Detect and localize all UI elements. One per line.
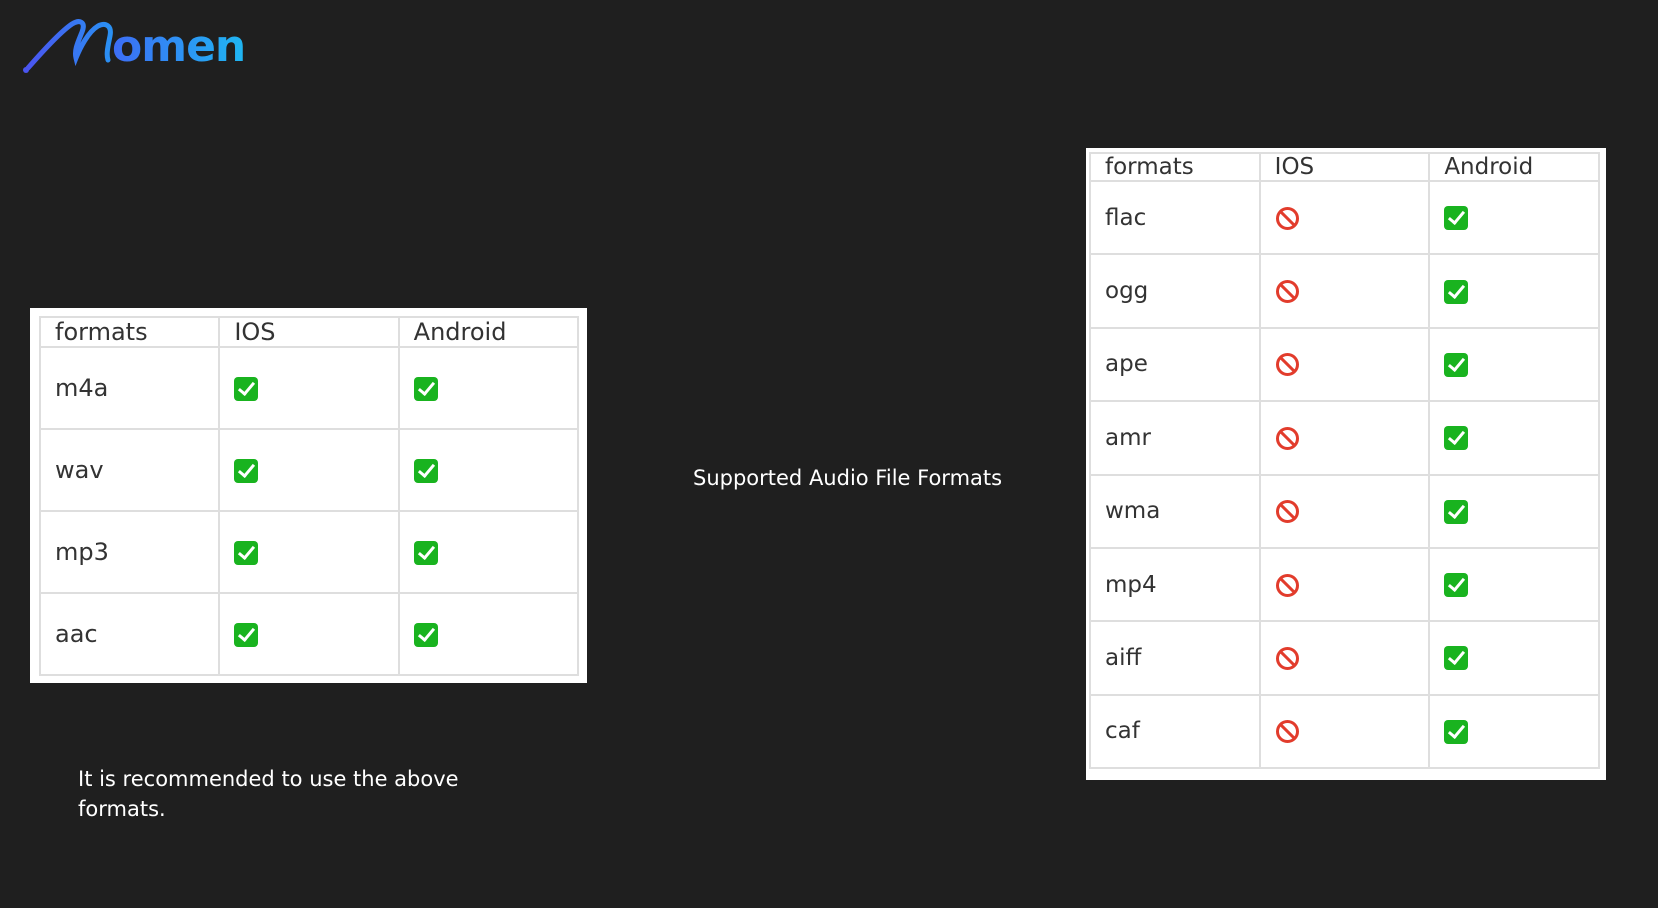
unsupported-prohibited-icon [1275,426,1299,450]
unsupported-prohibited-icon [1275,206,1299,230]
android-status-cell [1428,400,1600,476]
ios-status-cell [1258,253,1431,329]
supported-check-icon [1444,646,1469,671]
format-cell: caf [1089,693,1261,770]
format-cell: mp4 [1089,546,1261,623]
logo-swirl-icon [23,19,113,73]
supported-check-icon [1444,279,1469,304]
ios-status-cell [218,346,400,430]
ios-status-cell [1258,400,1431,476]
unsupported-prohibited-icon [1275,353,1299,377]
header-android: Android [1428,152,1600,182]
table-row: aac [38,592,580,676]
format-cell: aac [38,592,221,676]
supported-check-icon [234,623,259,647]
header-android: Android [397,316,580,348]
supported-check-icon [413,623,438,647]
supported-check-icon [1444,352,1469,377]
android-status-cell [1428,473,1600,549]
table-row: ogg [1089,253,1600,329]
android-status-cell [1428,253,1600,329]
slide: omen formats IOS Android m4a wav mp3 aac Su… [0,0,1658,908]
format-cell: ogg [1089,253,1261,329]
table-row: mp4 [1089,546,1600,623]
android-status-cell [397,346,580,430]
table-row: flac [1089,179,1600,256]
header-ios: IOS [218,316,400,348]
table-row: ape [1089,326,1600,403]
header-formats: formats [1089,152,1261,182]
table-row: mp3 [38,510,580,594]
ios-status-cell [1258,546,1431,623]
supported-check-icon [1444,499,1469,524]
supported-check-icon [1444,573,1469,598]
unsupported-prohibited-icon [1275,720,1299,744]
android-status-cell [397,510,580,594]
table-header-row: formats IOS Android [38,316,580,348]
android-status-cell [1428,546,1600,623]
android-status-cell [397,428,580,512]
table-row: wma [1089,473,1600,549]
slide-caption: Supported Audio File Formats [693,466,1003,490]
table-row: aiff [1089,620,1600,696]
format-cell: wma [1089,473,1261,549]
header-formats: formats [38,316,221,348]
ios-status-cell [1258,179,1431,256]
supported-check-icon [413,541,438,565]
ios-status-cell [1258,473,1431,549]
supported-check-icon [234,459,259,483]
unsupported-prohibited-icon [1275,280,1299,304]
unsupported-prohibited-icon [1275,573,1299,597]
format-cell: flac [1089,179,1261,256]
format-cell: ape [1089,326,1261,403]
android-status-cell [1428,326,1600,403]
brand-logo: omen [22,18,292,76]
ios-status-cell [1258,620,1431,696]
android-status-cell [1428,620,1600,696]
format-cell: mp3 [38,510,221,594]
table-row: wav [38,428,580,512]
table-header-row: formats IOS Android [1089,152,1600,182]
android-status-cell [1428,693,1600,770]
unsupported-prohibited-icon [1275,646,1299,670]
ios-status-cell [218,428,400,512]
recommendation-note: It is recommended to use the above forma… [78,767,459,821]
recommended-formats-table: formats IOS Android m4a wav mp3 aac [30,308,587,683]
format-cell: wav [38,428,221,512]
supported-check-icon [413,377,438,401]
ios-status-cell [1258,326,1431,403]
supported-check-icon [413,459,438,483]
format-cell: m4a [38,346,221,430]
supported-check-icon [1444,719,1469,744]
table-row: caf [1089,693,1600,770]
supported-check-icon [234,541,259,565]
supported-check-icon [1444,426,1469,451]
ios-status-cell [218,592,400,676]
table-row: m4a [38,346,580,430]
android-only-formats-table: formats IOS Android flac ogg ape amr wma mp4 a… [1086,148,1606,780]
format-cell: amr [1089,400,1261,476]
ios-status-cell [1258,693,1431,770]
logo-wordmark: omen [112,21,246,72]
android-status-cell [397,592,580,676]
header-ios: IOS [1258,152,1431,182]
format-cell: aiff [1089,620,1261,696]
unsupported-prohibited-icon [1275,500,1299,524]
ios-status-cell [218,510,400,594]
supported-check-icon [1444,206,1469,231]
supported-check-icon [234,377,259,401]
android-status-cell [1428,179,1600,256]
table-row: amr [1089,400,1600,476]
